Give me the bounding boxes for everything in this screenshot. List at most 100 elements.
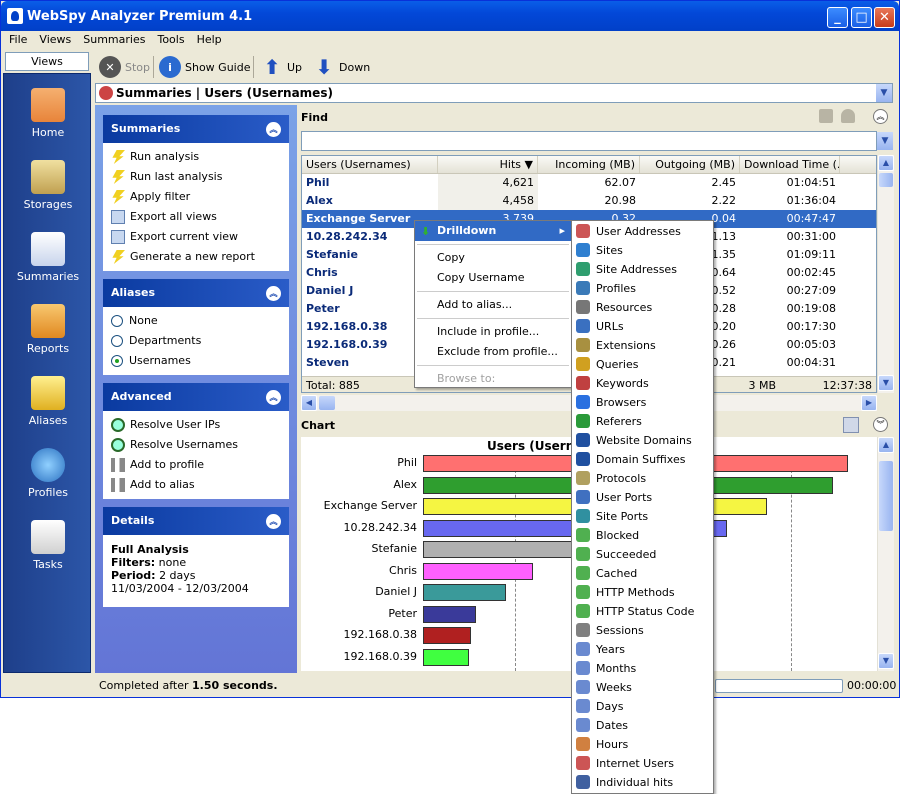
submenu-item[interactable]: Internet Users	[572, 754, 713, 773]
radio-button[interactable]	[111, 315, 123, 327]
alias-option-usernames[interactable]: Usernames	[103, 351, 289, 371]
nav-reports[interactable]: Reports	[4, 304, 92, 355]
scroll-thumb[interactable]	[319, 396, 335, 410]
resolve-user-ips-link[interactable]: Resolve User IPs	[103, 415, 289, 435]
stop-button[interactable]: ✕ Stop	[99, 54, 150, 80]
minimize-button[interactable]: _	[827, 7, 848, 28]
context-exclude-from-profile[interactable]: Exclude from profile...	[415, 342, 571, 362]
scroll-up-button[interactable]: ▲	[878, 437, 894, 453]
resolve-usernames-link[interactable]: Resolve Usernames	[103, 435, 289, 455]
submenu-item[interactable]: Blocked	[572, 526, 713, 545]
maximize-button[interactable]: □	[851, 7, 872, 28]
submenu-item[interactable]: Profiles	[572, 279, 713, 298]
breadcrumb-dropdown-button[interactable]: ▼	[876, 84, 892, 102]
collapse-icon[interactable]: ︽	[266, 122, 281, 137]
nav-profiles[interactable]: Profiles	[4, 448, 92, 499]
menu-file[interactable]: File	[3, 31, 33, 46]
submenu-item[interactable]: Domain Suffixes	[572, 450, 713, 469]
generate-report-link[interactable]: Generate a new report	[103, 247, 289, 267]
summaries-header[interactable]: Summaries ︽	[103, 115, 289, 143]
radio-button[interactable]	[111, 335, 123, 347]
submenu-item[interactable]: HTTP Status Code	[572, 602, 713, 621]
submenu-item[interactable]: Referers	[572, 412, 713, 431]
alias-option-departments[interactable]: Departments	[103, 331, 289, 351]
column-header-hits[interactable]: Hits ▼	[438, 156, 538, 173]
submenu-item[interactable]: Queries	[572, 355, 713, 374]
views-tab[interactable]: Views	[5, 52, 89, 71]
advanced-header[interactable]: Advanced ︽	[103, 383, 289, 411]
collapse-icon[interactable]: ︽	[266, 390, 281, 405]
grid-vertical-scrollbar[interactable]: ▲ ▼	[877, 155, 894, 393]
scroll-up-button[interactable]: ▲	[878, 155, 894, 171]
scroll-down-button[interactable]: ▼	[878, 375, 894, 391]
column-header-outgoing[interactable]: Outgoing (MB)	[640, 156, 740, 173]
submenu-item[interactable]: Months	[572, 659, 713, 678]
close-button[interactable]: ✕	[874, 7, 895, 28]
table-row[interactable]: Alex 4,458 20.98 2.22 01:36:04	[302, 192, 876, 210]
submenu-item[interactable]: Resources	[572, 298, 713, 317]
submenu-item[interactable]: Succeeded	[572, 545, 713, 564]
chart-bar[interactable]	[423, 584, 506, 601]
context-copy[interactable]: Copy	[415, 248, 571, 268]
find-dropdown-button[interactable]: ▼	[877, 132, 893, 150]
submenu-item[interactable]: User Addresses	[572, 222, 713, 241]
submenu-item[interactable]: Site Ports	[572, 507, 713, 526]
scroll-left-button[interactable]: ◀	[301, 395, 317, 411]
submenu-item[interactable]: HTTP Methods	[572, 583, 713, 602]
scroll-down-button[interactable]: ▼	[878, 653, 894, 669]
context-copy-username[interactable]: Copy Username	[415, 268, 571, 288]
chart-bar[interactable]	[423, 605, 477, 623]
submenu-item[interactable]: User Ports	[572, 488, 713, 507]
context-add-to-alias[interactable]: Add to alias...	[415, 295, 571, 315]
submenu-item[interactable]: Years	[572, 640, 713, 659]
radio-button-selected[interactable]	[111, 355, 123, 367]
collapse-icon[interactable]: ︽	[873, 109, 888, 124]
column-header-download-time[interactable]: Download Time (...	[740, 156, 840, 173]
menu-help[interactable]: Help	[191, 31, 228, 46]
chart-options-icon[interactable]	[843, 417, 859, 433]
aliases-header[interactable]: Aliases ︽	[103, 279, 289, 307]
export-all-views-link[interactable]: Export all views	[103, 207, 289, 227]
chart-bar[interactable]	[423, 648, 469, 666]
nav-home[interactable]: Home	[4, 88, 92, 139]
nav-summaries[interactable]: Summaries	[4, 232, 92, 283]
table-row[interactable]: Phil 4,621 62.07 2.45 01:04:51	[302, 174, 876, 192]
add-to-profile-link[interactable]: Add to profile	[103, 455, 289, 475]
chart-bar[interactable]	[423, 627, 471, 644]
submenu-item[interactable]: Extensions	[572, 336, 713, 355]
show-guide-button[interactable]: i Show Guide	[159, 54, 250, 80]
add-to-alias-link[interactable]: Add to alias	[103, 475, 289, 495]
collapse-icon[interactable]: ︽	[266, 286, 281, 301]
find-input[interactable]	[301, 131, 877, 151]
submenu-item[interactable]: URLs	[572, 317, 713, 336]
submenu-item[interactable]: Browsers	[572, 393, 713, 412]
expand-icon[interactable]: ︾	[873, 417, 888, 432]
collapse-icon[interactable]: ︽	[266, 514, 281, 529]
submenu-item[interactable]: Protocols	[572, 469, 713, 488]
submenu-item[interactable]: Sessions	[572, 621, 713, 640]
scroll-right-button[interactable]: ▶	[861, 395, 877, 411]
submenu-item[interactable]: Site Addresses	[572, 260, 713, 279]
submenu-item[interactable]: Hours	[572, 735, 713, 754]
scroll-thumb[interactable]	[879, 173, 893, 187]
export-icon[interactable]	[819, 109, 833, 123]
menu-views[interactable]: Views	[33, 31, 77, 46]
submenu-item[interactable]: Individual hits	[572, 773, 713, 792]
title-bar[interactable]: WebSpy Analyzer Premium 4.1 _ □ ✕	[1, 1, 899, 31]
nav-aliases[interactable]: Aliases	[4, 376, 92, 427]
run-last-analysis-link[interactable]: Run last analysis	[103, 167, 289, 187]
context-drilldown[interactable]: ⬇ Drilldown ▸	[415, 221, 571, 241]
apply-filter-link[interactable]: Apply filter	[103, 187, 289, 207]
context-include-in-profile[interactable]: Include in profile...	[415, 322, 571, 342]
submenu-item[interactable]: Cached	[572, 564, 713, 583]
alias-option-none[interactable]: None	[103, 311, 289, 331]
menu-tools[interactable]: Tools	[151, 31, 190, 46]
submenu-item[interactable]: Days	[572, 697, 713, 716]
nav-tasks[interactable]: Tasks	[4, 520, 92, 571]
chart-bar[interactable]	[423, 562, 534, 580]
submenu-item[interactable]: Dates	[572, 716, 713, 735]
submenu-item[interactable]: Sites	[572, 241, 713, 260]
submenu-item[interactable]: Website Domains	[572, 431, 713, 450]
column-header-users[interactable]: Users (Usernames)	[302, 156, 438, 173]
up-button[interactable]: ⬆ Up	[261, 54, 302, 80]
